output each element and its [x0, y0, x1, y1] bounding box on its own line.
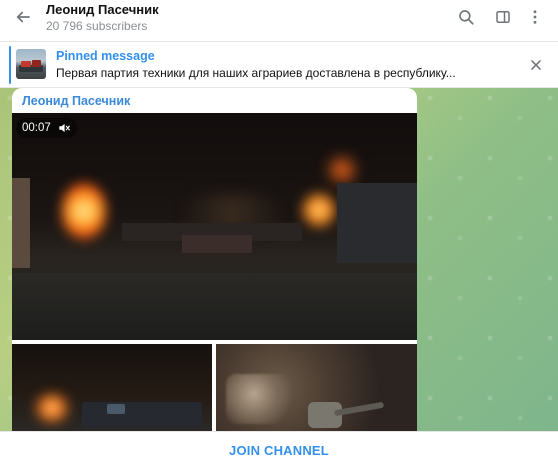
join-bar: JOIN CHANNEL	[0, 431, 558, 469]
video-thumbnail[interactable]: 00:07	[12, 113, 417, 340]
close-icon[interactable]	[526, 55, 546, 75]
channel-title[interactable]: Леонид Пасечник	[46, 2, 159, 17]
pinned-title: Pinned message	[56, 49, 155, 63]
chat-header: Леонид Пасечник 20 796 subscribers	[0, 0, 558, 42]
subscriber-count: 20 796 subscribers	[46, 19, 148, 33]
chat-area: Леонид Пасечник 00:07	[0, 88, 558, 431]
sidebar-icon[interactable]	[492, 6, 514, 28]
pinned-indicator	[9, 46, 11, 84]
muted-speaker-icon[interactable]	[57, 121, 71, 135]
back-arrow-icon[interactable]	[10, 4, 36, 30]
message-author[interactable]: Леонид Пасечник	[22, 94, 130, 108]
video-duration: 00:07	[22, 122, 51, 134]
pinned-thumbnail	[16, 49, 46, 79]
more-vertical-icon[interactable]	[524, 6, 546, 28]
pinned-message-bar[interactable]: Pinned message Первая партия техники для…	[0, 42, 558, 88]
ground	[12, 273, 417, 340]
message-bubble: Леонид Пасечник 00:07	[12, 88, 417, 431]
video-duration-badge: 00:07	[16, 118, 77, 138]
photo-thumbnail-left[interactable]	[12, 344, 212, 431]
join-channel-button[interactable]: JOIN CHANNEL	[229, 443, 329, 458]
search-icon[interactable]	[455, 6, 477, 28]
pinned-text: Первая партия техники для наших аграриев…	[56, 66, 456, 80]
photo-thumbnail-right[interactable]	[216, 344, 417, 431]
